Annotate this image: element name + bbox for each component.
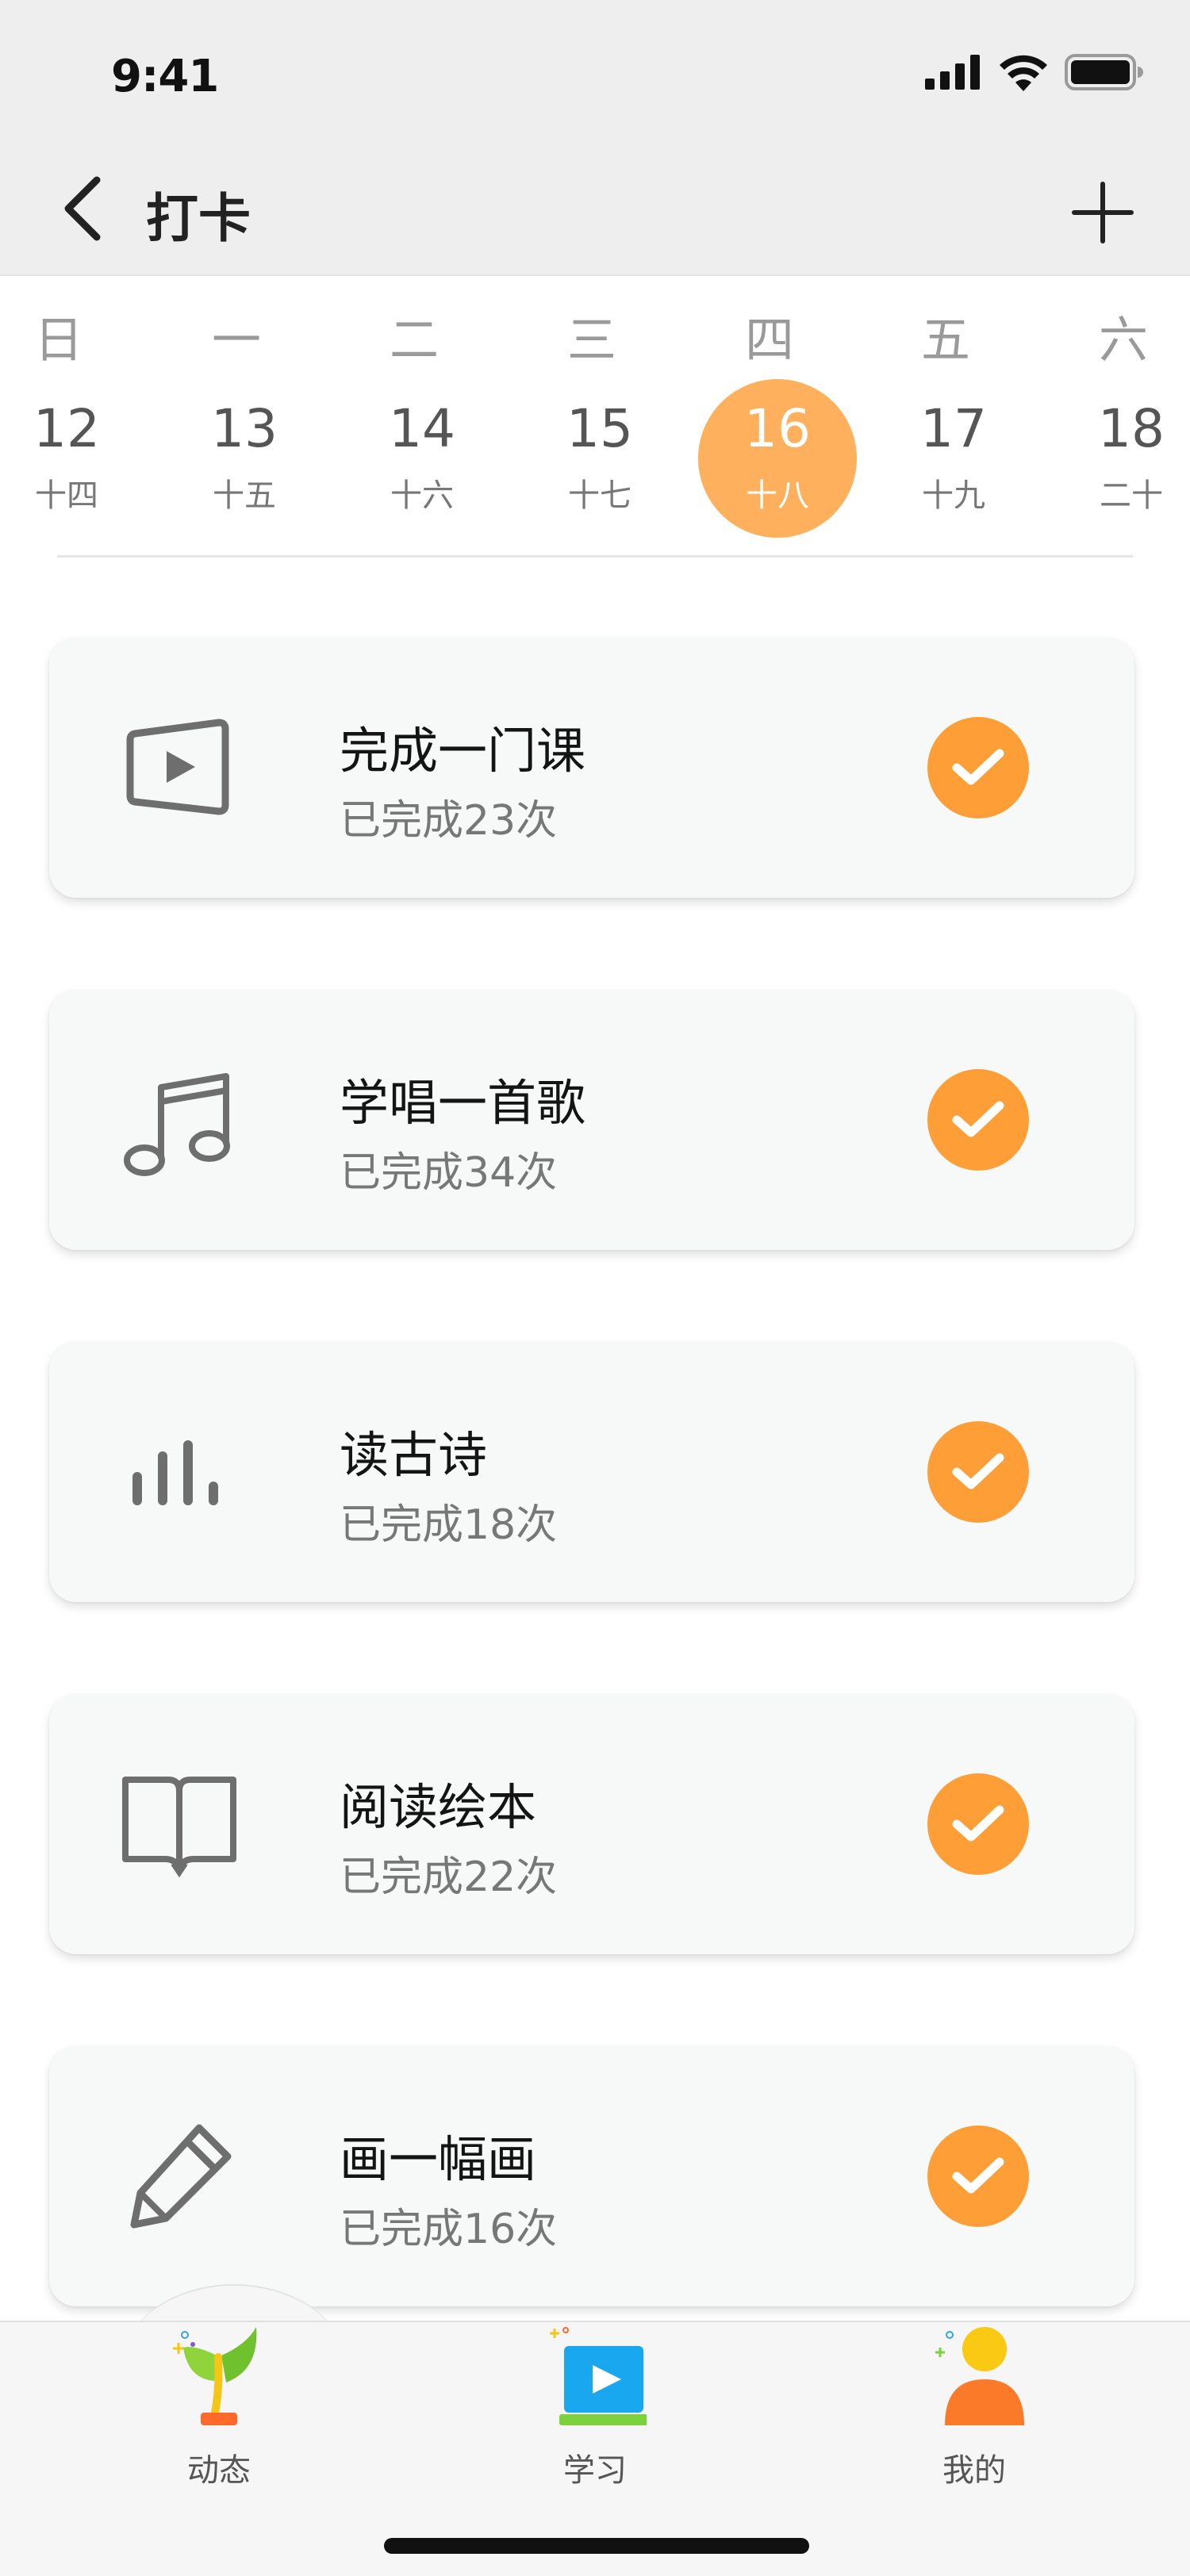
- calendar-divider: [57, 555, 1133, 558]
- add-button[interactable]: [1063, 173, 1142, 252]
- weekday-label: 五: [920, 311, 970, 369]
- date-number: 14: [389, 398, 455, 459]
- task-count: 已完成34次: [340, 1149, 558, 1197]
- weekday-label: 一: [211, 311, 261, 369]
- task-count: 已完成22次: [340, 1853, 558, 1901]
- task-title: 读古诗: [340, 1426, 488, 1484]
- tab-label: 我的: [942, 2452, 1006, 2489]
- task-count: 已完成16次: [340, 2206, 558, 2253]
- task-count: 已完成23次: [340, 797, 558, 845]
- date-number: 12: [33, 398, 100, 459]
- weekday-label: 六: [1098, 311, 1148, 369]
- date-cell[interactable]: 18 二十: [1052, 379, 1190, 538]
- tab-study[interactable]: 学习: [492, 2324, 698, 2498]
- tab-dynamic[interactable]: 动态: [116, 2324, 322, 2498]
- battery-icon: [1065, 54, 1143, 90]
- weekday-label: 日: [33, 311, 83, 369]
- check-button[interactable]: [927, 2126, 1029, 2227]
- lunar-date: 十五: [213, 477, 276, 514]
- home-indicator: [384, 2538, 809, 2554]
- tab-label: 动态: [187, 2452, 251, 2489]
- audio-bars-icon: [116, 1409, 243, 1535]
- person-icon: [935, 2327, 1024, 2425]
- checkmark-icon: [952, 1101, 1004, 1137]
- lunar-date: 十四: [35, 477, 98, 514]
- status-icons: [925, 52, 1144, 92]
- check-button[interactable]: [927, 1421, 1029, 1523]
- page-title: 打卡: [146, 188, 251, 249]
- date-number: 15: [566, 398, 633, 459]
- task-card[interactable]: 阅读绘本 已完成22次: [49, 1694, 1134, 1954]
- task-card[interactable]: 读古诗 已完成18次: [49, 1342, 1134, 1602]
- checkmark-icon: [952, 749, 1004, 785]
- check-button[interactable]: [927, 1069, 1029, 1171]
- check-button[interactable]: [927, 717, 1029, 818]
- chevron-left-icon: [64, 176, 101, 241]
- date-cell[interactable]: 15 十七: [520, 379, 679, 538]
- tab-mine[interactable]: 我的: [871, 2324, 1077, 2498]
- date-cell-selected[interactable]: 16 十八: [698, 379, 857, 538]
- task-title: 学唱一首歌: [340, 1074, 586, 1132]
- week-calendar: 日 一 二 三 四 五 六 12 十四 13 十五 14 十六 15 十七 16…: [0, 278, 1190, 558]
- task-card[interactable]: 学唱一首歌 已完成34次: [49, 990, 1134, 1250]
- lunar-date: 十七: [568, 477, 631, 514]
- task-card[interactable]: 完成一门课 已完成23次: [49, 638, 1134, 898]
- date-number: 17: [920, 398, 987, 459]
- lunar-date: 十九: [922, 477, 985, 514]
- task-card[interactable]: 画一幅画 已完成16次: [49, 2046, 1134, 2306]
- sprout-icon: [173, 2327, 257, 2425]
- date-cell[interactable]: 14 十六: [343, 379, 501, 538]
- nav-bar: 打卡: [0, 143, 1190, 276]
- checkmark-icon: [952, 2157, 1004, 2194]
- task-title: 画一幅画: [340, 2130, 537, 2188]
- date-cell[interactable]: 17 十九: [874, 379, 1033, 538]
- status-time: 9:41: [111, 51, 219, 102]
- signal-icon: [925, 55, 980, 90]
- check-button[interactable]: [927, 1773, 1029, 1875]
- status-bar: 9:41: [0, 0, 1190, 143]
- checkmark-icon: [952, 1453, 1004, 1489]
- wifi-icon: [1000, 55, 1047, 91]
- weekday-row: 日 一 二 三 四 五 六: [0, 300, 1190, 369]
- task-count: 已完成18次: [340, 1501, 558, 1549]
- date-number: 18: [1098, 398, 1165, 459]
- checkmark-icon: [952, 1805, 1004, 1842]
- date-row: 12 十四 13 十五 14 十六 15 十七 16 十八 17 十九 18 二…: [0, 379, 1190, 546]
- lunar-date: 十六: [390, 477, 454, 514]
- back-button[interactable]: [51, 173, 114, 244]
- date-number: 13: [211, 398, 278, 459]
- lunar-date: 二十: [1100, 477, 1163, 514]
- date-cell[interactable]: 12 十四: [0, 379, 146, 538]
- music-note-icon: [116, 1056, 243, 1183]
- task-title: 阅读绘本: [340, 1778, 537, 1836]
- open-book-icon: [116, 1761, 243, 1888]
- weekday-label: 三: [566, 311, 616, 369]
- pencil-icon: [116, 2113, 243, 2240]
- date-number: 16: [744, 398, 811, 459]
- tab-label: 学习: [563, 2452, 627, 2489]
- task-title: 完成一门课: [340, 722, 586, 780]
- date-cell[interactable]: 13 十五: [165, 379, 324, 538]
- weekday-label: 四: [744, 311, 794, 369]
- video-screen-icon: [550, 2327, 647, 2425]
- plus-icon: [1072, 182, 1134, 243]
- lunar-date: 十八: [746, 477, 809, 514]
- video-play-icon: [116, 704, 243, 831]
- weekday-label: 二: [389, 311, 439, 369]
